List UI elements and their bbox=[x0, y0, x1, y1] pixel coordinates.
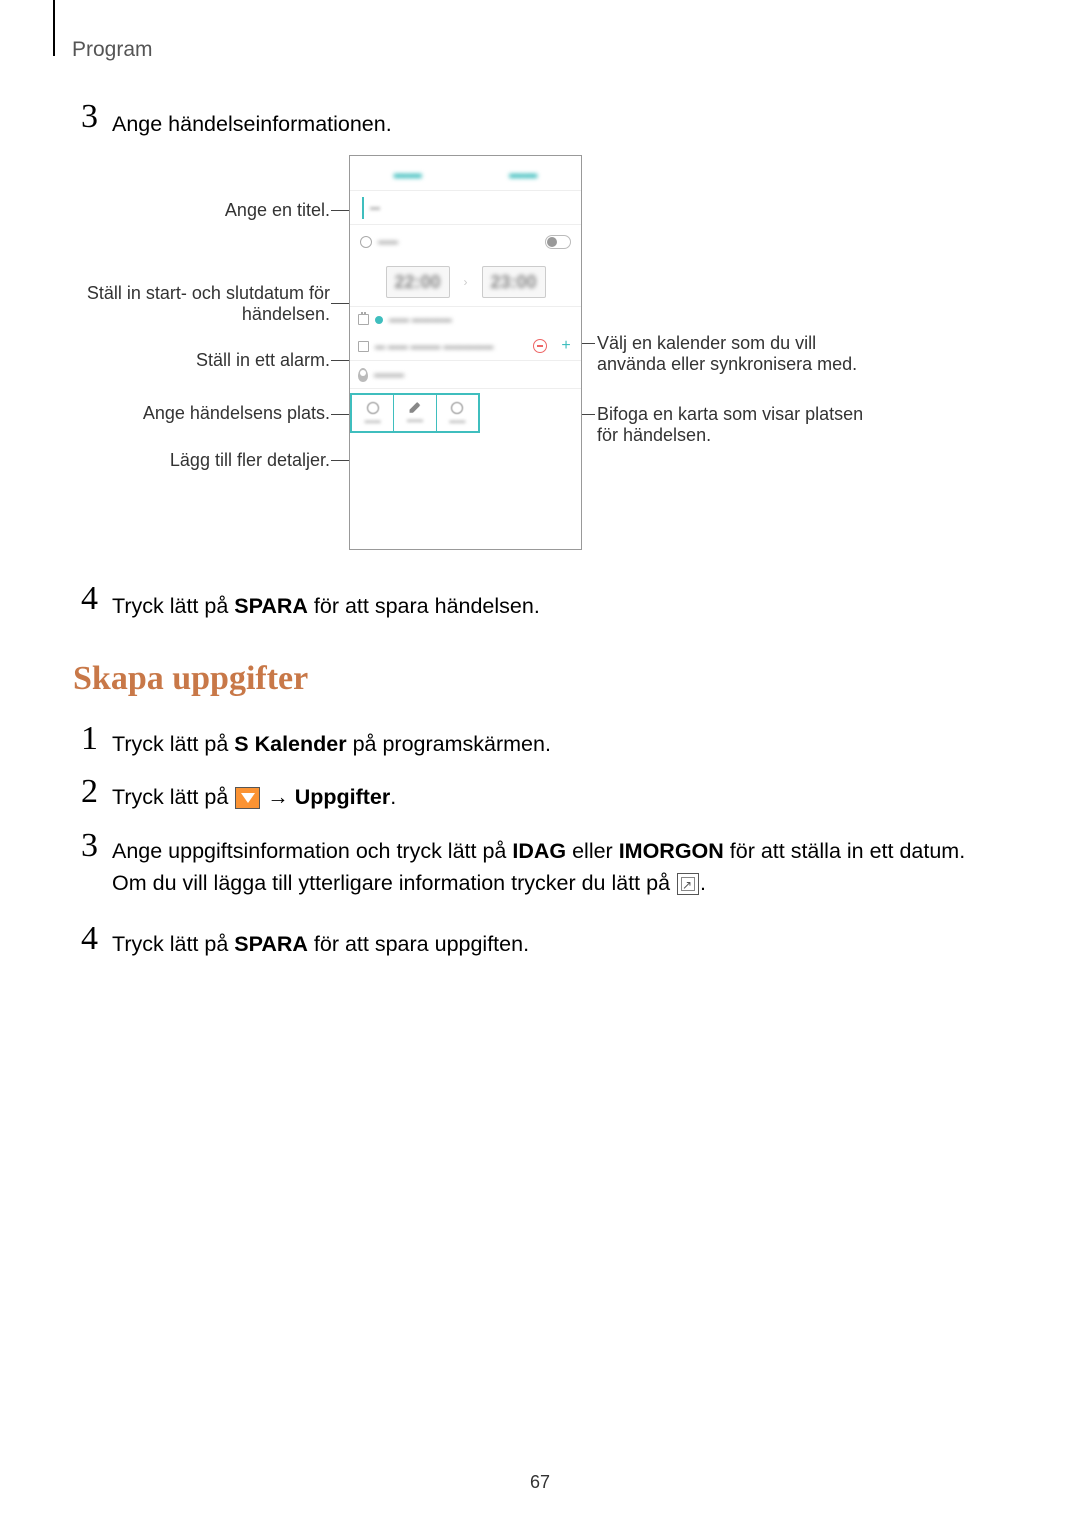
task-4-number: 4 bbox=[68, 920, 98, 958]
pin-icon bbox=[358, 368, 368, 382]
detail-box: ▬▬ ▬▬ ▬▬ bbox=[350, 393, 480, 433]
callout-map-2: för händelsen. bbox=[597, 425, 711, 446]
alarm-row: ▬ ▬▬ ▬▬▬ ▬▬▬▬▬ + bbox=[350, 332, 581, 360]
repeat-icon bbox=[367, 402, 379, 414]
header-action-left: ▬▬ bbox=[394, 165, 422, 181]
check-icon bbox=[358, 341, 369, 352]
globe-icon bbox=[451, 402, 463, 414]
phone-mockup: ▬▬ ▬▬ ▬ ▬▬ 22:00 › 23:00 ▬▬ ▬▬▬▬ ▬ ▬▬ ▬▬… bbox=[349, 155, 582, 550]
calendar-icon bbox=[358, 314, 369, 325]
callout-dates-2: händelsen. bbox=[70, 304, 330, 325]
expand-icon bbox=[677, 873, 699, 895]
header-action-right: ▬▬ bbox=[509, 165, 537, 181]
step-3-text: Ange händelseinformationen. bbox=[112, 108, 392, 140]
detail-row: ▬▬ ▬▬ ▬▬ bbox=[350, 388, 581, 434]
task-1-text: Tryck lätt på S Kalender på programskärm… bbox=[112, 728, 551, 760]
calendar-row: ▬▬ ▬▬▬▬ bbox=[350, 306, 581, 332]
section-heading: Skapa uppgifter bbox=[73, 660, 308, 698]
callout-details: Lägg till fler detaljer. bbox=[70, 450, 330, 471]
callout-title: Ange en titel. bbox=[70, 200, 330, 221]
callout-dates-1: Ställ in start- och slutdatum för bbox=[70, 283, 330, 304]
task-2-number: 2 bbox=[68, 773, 98, 811]
chevron-right-icon: › bbox=[464, 275, 468, 289]
callout-calendar-2: använda eller synkronisera med. bbox=[597, 354, 857, 375]
start-time-box: 22:00 bbox=[386, 266, 450, 298]
task-3-text: Ange uppgiftsinformation och tryck lätt … bbox=[112, 835, 1002, 900]
dropdown-triangle-icon bbox=[235, 787, 260, 809]
header-tab-line bbox=[53, 0, 55, 56]
task-1-number: 1 bbox=[68, 720, 98, 758]
callout-map-1: Bifoga en karta som visar platsen bbox=[597, 404, 863, 425]
cursor-icon bbox=[362, 197, 364, 219]
callout-place: Ange händelsens plats. bbox=[70, 403, 330, 424]
callout-alarm: Ställ in ett alarm. bbox=[70, 350, 330, 371]
calendar-color-dot bbox=[375, 316, 383, 324]
task-3-number: 3 bbox=[68, 827, 98, 865]
title-input: ▬ bbox=[350, 190, 581, 224]
step-4-number: 4 bbox=[68, 580, 98, 618]
end-time-box: 23:00 bbox=[482, 266, 546, 298]
plus-icon: + bbox=[559, 339, 573, 353]
task-2-text: Tryck lätt på → Uppgifter. bbox=[112, 781, 396, 813]
clock-icon bbox=[360, 236, 372, 248]
allday-toggle-icon bbox=[545, 235, 571, 249]
task-4-text: Tryck lätt på SPARA för att spara uppgif… bbox=[112, 928, 529, 960]
minus-icon bbox=[533, 339, 547, 353]
step-3-number: 3 bbox=[68, 98, 98, 136]
page-number: 67 bbox=[0, 1472, 1080, 1493]
time-row: 22:00 › 23:00 bbox=[350, 258, 581, 306]
allday-row: ▬▬ bbox=[350, 224, 581, 258]
header-breadcrumb: Program bbox=[72, 38, 153, 62]
step-4-text: Tryck lätt på SPARA för att spara händel… bbox=[112, 590, 540, 622]
event-form-diagram: Ange en titel. Ställ in start- och slutd… bbox=[70, 155, 870, 555]
location-row: ▬▬▬ bbox=[350, 360, 581, 388]
callout-calendar-1: Välj en kalender som du vill bbox=[597, 333, 816, 354]
pencil-icon bbox=[409, 402, 420, 413]
